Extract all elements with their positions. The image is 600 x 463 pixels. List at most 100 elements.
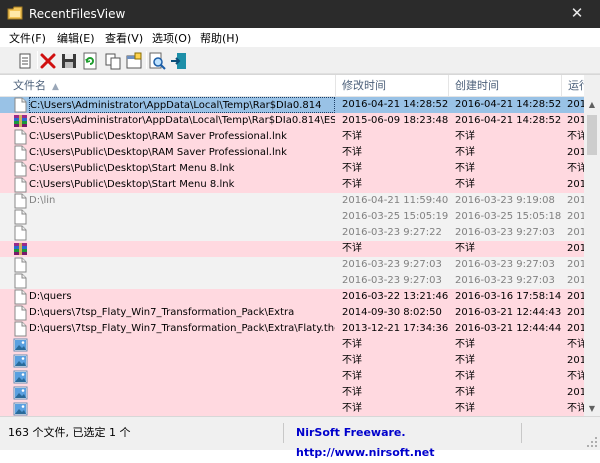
scroll-up-arrow-icon[interactable]: ▲	[584, 97, 600, 113]
table-row[interactable]: C:\Users\Administrator\AppData\Local\Tem…	[0, 97, 584, 113]
blank-file-icon	[13, 225, 28, 241]
close-button[interactable]: ✕	[554, 0, 600, 28]
table-row[interactable]: 不详 不详 201	[0, 241, 584, 257]
blank-file-icon	[13, 209, 28, 225]
scrollbar-thumb[interactable]	[587, 115, 597, 155]
column-header-modified[interactable]: 修改时间	[336, 75, 449, 97]
table-row[interactable]: 2016-03-23 9:27:22 2016-03-23 9:27:03 201	[0, 225, 584, 241]
image-file-icon	[13, 337, 28, 353]
cell-filename	[29, 337, 335, 353]
resize-grip-icon[interactable]	[586, 436, 598, 448]
table-row[interactable]: 2016-03-25 15:05:19 2016-03-25 15:05:18 20…	[0, 209, 584, 225]
table-row[interactable]: 不详 不详 不详	[0, 369, 584, 385]
cell-modified-time: 不详	[342, 387, 362, 398]
cell-created-time: 不详	[455, 403, 475, 414]
menu-file[interactable]: 文件(F)	[9, 30, 46, 46]
cell-filename: C:\Users\Public\Desktop\Start Menu 8.lnk	[29, 179, 235, 190]
cell-filename	[29, 241, 335, 257]
exit-button[interactable]	[169, 51, 189, 71]
vertical-scrollbar[interactable]: ▲ ▼	[584, 75, 600, 416]
properties-button[interactable]	[15, 51, 35, 71]
cell-created-time: 不详	[455, 179, 475, 190]
scroll-down-arrow-icon[interactable]: ▼	[584, 401, 600, 416]
cell-filename	[29, 369, 335, 385]
cell-modified-time: 不详	[342, 179, 362, 190]
cell-run-time: 不详	[567, 403, 584, 414]
cell-filename	[29, 401, 335, 416]
cell-created-time: 2016-03-23 9:27:03	[455, 275, 555, 286]
window-title: RecentFilesView	[29, 7, 126, 21]
image-file-icon	[13, 353, 28, 369]
table-row[interactable]: C:\Users\Public\Desktop\Start Menu 8.lnk…	[0, 177, 584, 193]
blank-file-icon	[13, 129, 28, 145]
cell-run-time: 不详	[567, 339, 584, 350]
table-row[interactable]: C:\Users\Public\Desktop\RAM Saver Profes…	[0, 129, 584, 145]
menu-help[interactable]: 帮助(H)	[200, 30, 239, 46]
find-icon	[149, 52, 166, 70]
menu-options[interactable]: 选项(O)	[152, 30, 191, 46]
table-row[interactable]: 不详 不详 不详	[0, 401, 584, 416]
cell-run-time: 201	[567, 387, 584, 398]
refresh-button[interactable]	[80, 51, 100, 71]
column-header-filename[interactable]: 文件名 ▲	[0, 75, 336, 97]
column-header-created[interactable]: 创建时间	[449, 75, 562, 97]
blank-file-icon	[13, 193, 28, 209]
cell-created-time: 2016-03-21 12:44:44	[455, 323, 561, 334]
table-row[interactable]: 不详 不详 201	[0, 385, 584, 401]
cell-run-time: 201	[567, 195, 584, 206]
cell-run-time: 201	[567, 291, 584, 302]
blank-file-icon	[13, 305, 28, 321]
menu-view[interactable]: 查看(V)	[105, 30, 143, 46]
cell-run-time: 不详	[567, 131, 584, 142]
properties-icon	[19, 53, 31, 69]
table-row[interactable]: C:\Users\Administrator\AppData\Local\Tem…	[0, 113, 584, 129]
cell-run-time: 201	[567, 307, 584, 318]
cell-modified-time: 不详	[342, 163, 362, 174]
nirsoft-link[interactable]: NirSoft Freeware. http://www.nirsoft.net	[296, 426, 435, 459]
cell-created-time: 2016-03-23 9:27:03	[455, 259, 555, 270]
menu-edit[interactable]: 编辑(E)	[57, 30, 95, 46]
title-bar[interactable]: RecentFilesView ✕	[0, 0, 600, 28]
cell-run-time: 201	[567, 355, 584, 366]
save-button[interactable]	[59, 51, 79, 71]
delete-button[interactable]	[38, 51, 58, 71]
table-row[interactable]: 不详 不详 不详	[0, 337, 584, 353]
table-row[interactable]: D:\quers 2016-03-22 13:21:46 2016-03-16 17…	[0, 289, 584, 305]
html-report-button[interactable]	[124, 51, 144, 71]
cell-modified-time: 2016-03-22 13:21:46	[342, 291, 448, 302]
image-file-icon	[13, 369, 28, 385]
table-row[interactable]: 2016-03-23 9:27:03 2016-03-23 9:27:03 201	[0, 273, 584, 289]
cell-run-time: 201	[567, 323, 584, 334]
table-row[interactable]: D:\quers\7tsp_Flaty_Win7_Transformation_…	[0, 321, 584, 337]
blank-file-icon	[13, 177, 28, 193]
cell-filename	[29, 273, 335, 289]
column-header-label: 文件名	[13, 79, 46, 92]
cell-created-time: 不详	[455, 387, 475, 398]
find-button[interactable]	[147, 51, 167, 71]
cell-created-time: 不详	[455, 131, 475, 142]
save-icon	[62, 54, 76, 68]
status-bar: 163 个文件, 已选定 1 个 NirSoft Freeware. http:…	[0, 416, 600, 459]
cell-modified-time: 2016-03-23 9:27:22	[342, 227, 442, 238]
table-row[interactable]: C:\Users\Public\Desktop\RAM Saver Profes…	[0, 145, 584, 161]
cell-run-time: 201	[567, 243, 584, 254]
copy-button[interactable]	[103, 51, 123, 71]
app-icon	[7, 6, 23, 20]
image-file-icon	[13, 385, 28, 401]
cell-created-time: 不详	[455, 243, 475, 254]
blank-file-icon	[13, 145, 28, 161]
table-row[interactable]: C:\Users\Public\Desktop\Start Menu 8.lnk…	[0, 161, 584, 177]
cell-filename	[29, 209, 335, 225]
cell-filename	[29, 385, 335, 401]
table-row[interactable]: D:\lin 2016-04-21 11:59:40 2016-03-23 9:19…	[0, 193, 584, 209]
table-row[interactable]: 不详 不详 201	[0, 353, 584, 369]
table-row[interactable]: D:\quers\7tsp_Flaty_Win7_Transformation_…	[0, 305, 584, 321]
cell-run-time: 201	[567, 227, 584, 238]
cell-filename: C:\Users\Administrator\AppData\Local\Tem…	[29, 115, 335, 126]
file-list[interactable]: 文件名 ▲ 修改时间 创建时间 运行 C:\Users\Administrator…	[0, 74, 600, 416]
cell-filename: C:\Users\Public\Desktop\Start Menu 8.lnk	[29, 163, 235, 174]
cell-created-time: 2016-03-23 9:27:03	[455, 227, 555, 238]
list-header: 文件名 ▲ 修改时间 创建时间 运行	[0, 75, 600, 97]
cell-filename: D:\quers\7tsp_Flaty_Win7_Transformation_…	[29, 307, 295, 318]
table-row[interactable]: 2016-03-23 9:27:03 2016-03-23 9:27:03 201	[0, 257, 584, 273]
